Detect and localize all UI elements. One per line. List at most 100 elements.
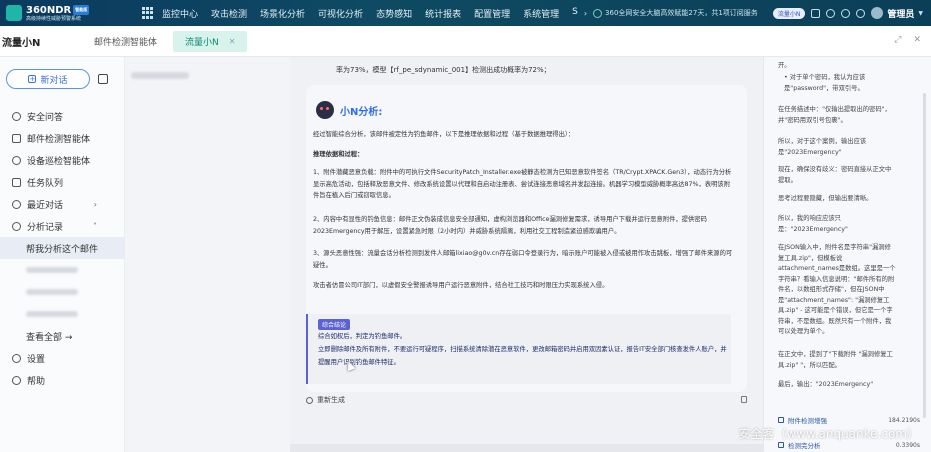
copy-icon[interactable] [741, 396, 747, 403]
close-panel-icon[interactable]: ✕ [913, 35, 921, 45]
conversation-list [125, 57, 290, 452]
tab-flow-n[interactable]: 流量小N ✕ [173, 30, 248, 52]
bell-icon[interactable] [841, 8, 851, 18]
subscription-notice[interactable]: 360全网安全大脑高效赋能27天，共1项订阅服务 [593, 8, 758, 18]
reasoning-panel: 开。 • 对于单个密码，我认为应该是"password"，带双引号。 在任务描述… [763, 57, 931, 452]
brand-title: 360NDR [26, 4, 72, 16]
nav-item-reports[interactable]: 统计报表 [425, 7, 461, 20]
gear-icon [12, 353, 21, 363]
close-icon[interactable]: ✕ [229, 37, 236, 46]
screen-icon[interactable] [811, 8, 821, 18]
brand-badge: 智能版 [73, 4, 90, 15]
nav-scroll-right-icon[interactable]: › [584, 9, 587, 18]
reasoning-line: 开。 [778, 62, 791, 69]
reason-3: 3、源头恶意性强：流量会话分析检测到发件人邮箱lixiao@g0v.cn存在弱口… [313, 250, 733, 269]
sidebar-menu: 安全问答 邮件检测智能体 设备巡检智能体 任务队列 最近对话 › 分析记录 ˅ … [0, 105, 125, 391]
plus-icon: + [28, 75, 37, 83]
sidebar-item-label: 邮件检测智能体 [27, 134, 91, 145]
sidebar-collapse-icon[interactable] [98, 74, 108, 84]
user-name[interactable]: 管理员 [887, 7, 914, 20]
reason-title: 推理依据和过程： [313, 151, 364, 158]
step-time: 0.3390s [895, 441, 920, 449]
settings-icon[interactable] [856, 8, 866, 18]
top-navbar: 360NDR 智能版 高级持续性威胁预警系统 监控中心 攻击检测 场景化分析 可视… [0, 0, 931, 26]
shield-icon [593, 8, 603, 18]
sidebar-item-label: 分析记录 [27, 222, 64, 233]
conclusion-line-1: 综合如权后，判定为钓鱼邮件。 [318, 333, 407, 340]
conclusion-box: 综合结论 综合如权后，判定为钓鱼邮件。 立即删除邮件及所有附件，不要运行可疑程序… [306, 314, 731, 384]
nav-item-scene-analysis[interactable]: 场景化分析 [260, 7, 305, 20]
attack-summary: 攻击者仿冒公司IT部门，以虚假安全警报诱导用户运行恶意附件，结合社工技巧和时限压… [313, 282, 609, 289]
blurred-text [131, 72, 189, 79]
brand-subtitle: 高级持续性威胁预警系统 [26, 15, 82, 22]
help-icon[interactable] [826, 8, 836, 18]
regenerate-label: 重新生成 [317, 396, 345, 404]
nav-item-attack-detect[interactable]: 攻击检测 [211, 7, 247, 20]
new-chat-button[interactable]: + 新对话 [6, 69, 90, 89]
chat-icon [12, 111, 21, 121]
chevron-right-icon: › [93, 199, 97, 209]
main-nav: 监控中心 攻击检测 场景化分析 可视化分析 态势感知 统计报表 配置管理 系统管… [162, 7, 584, 20]
record-item[interactable] [0, 281, 125, 303]
record-item-active[interactable]: 帮我分析这个邮件 [0, 237, 125, 259]
conclusion-tag: 综合结论 [318, 319, 351, 330]
blurred-text [26, 311, 78, 317]
avatar[interactable] [871, 7, 884, 19]
reasoning-line: 现在，确保没有歧义：密码直接从正文中提取。 [778, 166, 892, 184]
sidebar-item-settings[interactable]: 设置 [0, 347, 125, 369]
new-chat-label: 新对话 [40, 75, 68, 86]
chat-panel: 率为73%，模型【rf_pe_sdynamic_001】检测出成功概率为72%；… [290, 57, 763, 452]
top-right-tools: 流量小N 管理员 ▼ [772, 0, 923, 26]
see-all-link[interactable]: 查看全部 → [0, 325, 125, 347]
record-item[interactable] [0, 303, 125, 325]
check-icon [778, 417, 784, 423]
sidebar-item-recent[interactable]: 最近对话 › [0, 193, 125, 215]
conclusion-line-2: 立即删除邮件及所有附件，不要运行可疑程序，扫描系统清除潜在恶意软件，更改邮箱密码… [318, 346, 727, 366]
nav-item-system[interactable]: 系统管理 [523, 7, 559, 20]
sidebar-item-task-queue[interactable]: 任务队列 [0, 171, 125, 193]
expand-icon[interactable]: ⤢ [894, 35, 901, 45]
blurred-text [26, 267, 78, 273]
step-time: 184.2190s [888, 416, 920, 424]
tab-mail-agent[interactable]: 邮件检测智能体 [82, 31, 169, 52]
chevron-down-icon[interactable]: ▼ [918, 10, 923, 17]
blurred-text [26, 289, 78, 295]
device-icon [12, 155, 21, 165]
sidebar-item-label: 任务队列 [27, 178, 64, 189]
nav-item-monitor[interactable]: 监控中心 [162, 7, 198, 20]
reasoning-line: 所以，我的响应应该只是："2023Emergency" [778, 215, 848, 233]
sidebar-item-label: 帮助 [27, 376, 46, 387]
nav-item-more[interactable]: S [572, 7, 578, 20]
chat-previous-line: 率为73%，模型【rf_pe_sdynamic_001】检测出成功概率为72%； [336, 66, 551, 74]
chevron-down-icon: ˅ [93, 221, 97, 231]
brand[interactable]: 360NDR 智能版 高级持续性威胁预警系统 [0, 4, 138, 22]
reasoning-line: 在正文中，提到了"下载附件 "漏洞修复工具.zip" "，所以匹配。 [778, 351, 893, 369]
check-icon [778, 442, 784, 448]
watermark: 安全客（www.anquanke.com） [738, 427, 919, 441]
sidebar-item-records[interactable]: 分析记录 ˅ [0, 215, 125, 237]
reason-2: 2、内容中有显性的钓鱼信息：邮件正文伪装成信息安全部通知，虚构浏览器和Offic… [313, 216, 707, 235]
sidebar-item-device-agent[interactable]: 设备巡检智能体 [0, 149, 125, 171]
reasoning-line: 最后，输出："2023Emergency" [778, 381, 874, 388]
reasoning-line: • 对于单个密码，我认为应该是"password"，带双引号。 [784, 74, 866, 92]
reasoning-line: 思考过程要隐藏，但输出要清晰。 [778, 195, 873, 202]
chat-input-area[interactable] [290, 444, 763, 452]
notice-text: 360全网安全大脑高效赋能27天，共1项订阅服务 [605, 9, 758, 17]
nav-item-situation[interactable]: 态势感知 [376, 7, 412, 20]
sidebar-item-mail-agent[interactable]: 邮件检测智能体 [0, 127, 125, 149]
ai-title: 小N分析: [340, 106, 383, 118]
regenerate-button[interactable]: 重新生成 [306, 395, 345, 405]
app-grid-icon[interactable] [142, 7, 154, 19]
scrollbar[interactable] [923, 93, 926, 418]
sidebar-item-security-qa[interactable]: 安全问答 [0, 105, 125, 127]
reasoning-line: 所以，对于这个案例，输出应该是"2023Emergency" [778, 138, 867, 156]
reason-1: 1、附件潜藏恶意负载：附件中的可执行文件SecurityPatch_Instal… [313, 169, 732, 199]
sidebar-item-help[interactable]: 帮助 [0, 369, 125, 391]
record-item[interactable] [0, 259, 125, 281]
sidebar: + 新对话 安全问答 邮件检测智能体 设备巡检智能体 任务队列 最近对话 › 分… [0, 57, 125, 452]
nav-item-visual-analysis[interactable]: 可视化分析 [318, 7, 363, 20]
step-label: 附件检测增强 [788, 417, 827, 425]
nav-item-config[interactable]: 配置管理 [474, 7, 510, 20]
assistant-pill[interactable]: 流量小N [772, 7, 806, 19]
tab-label: 邮件检测智能体 [94, 37, 158, 48]
